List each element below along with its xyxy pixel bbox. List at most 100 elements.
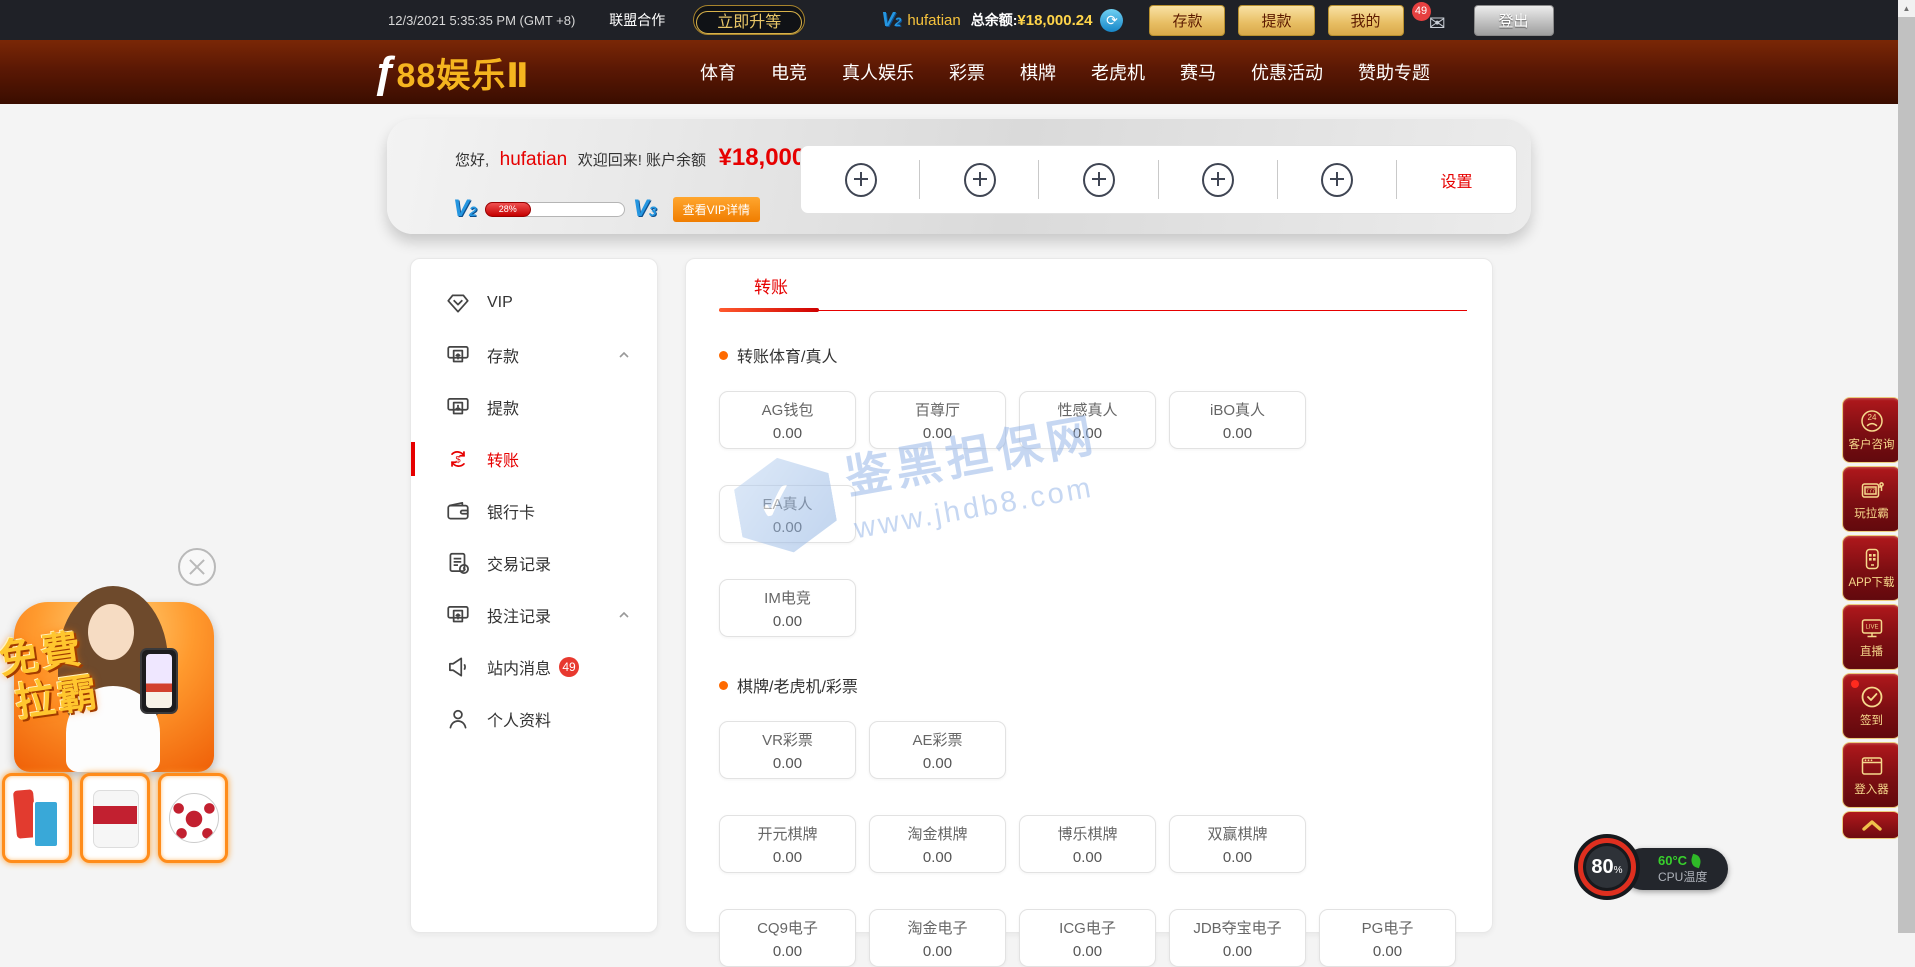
sign-in-button[interactable]: 签到 (1842, 673, 1901, 739)
add-shortcut-button[interactable] (801, 146, 920, 213)
upgrade-button[interactable]: 立即升等 (693, 5, 805, 35)
wallet-card[interactable]: AG钱包0.00 (719, 391, 856, 449)
vip-detail-button[interactable]: 查看VIP详情 (673, 197, 760, 222)
svg-text:LIVE: LIVE (1865, 625, 1878, 631)
withdraw-button[interactable]: 提款 (1238, 5, 1314, 36)
wallet-card[interactable]: 淘金电子0.00 (869, 909, 1006, 967)
wallet-balance: 0.00 (773, 613, 802, 630)
wallet-card[interactable]: 淘金棋牌0.00 (869, 815, 1006, 873)
balance-label: 总余额: (971, 10, 1018, 30)
prize-phone-thumb[interactable] (2, 773, 72, 863)
scrollbar-up-arrow[interactable]: ▲ (1898, 0, 1915, 17)
cpu-usage-gauge[interactable]: 80 % (1578, 838, 1636, 896)
wallet-card[interactable]: CQ9电子0.00 (719, 909, 856, 967)
vip-progress-fill: 28% (485, 202, 531, 217)
wallet-balance: 0.00 (923, 755, 952, 772)
wallet-name: JDB夺宝电子 (1193, 917, 1281, 938)
wallet-card[interactable]: 博乐棋牌0.00 (1019, 815, 1156, 873)
promo-prizes (2, 773, 228, 863)
nav-item-9[interactable]: 赞助专题 (1358, 59, 1430, 85)
section-title: 棋牌/老虎机/彩票 (719, 673, 1467, 697)
wallet-card[interactable]: 双赢棋牌0.00 (1169, 815, 1306, 873)
promo-banner[interactable]: 免費 拉霸 (0, 580, 235, 870)
floating-dock: 24 客户咨询 777 玩拉霸 APP下载 LIVE 直播 签到 登入器 (1842, 397, 1901, 839)
wallet-name: VR彩票 (762, 729, 813, 750)
wallet-name: EA真人 (762, 493, 812, 514)
prize-jersey-thumb[interactable] (80, 773, 150, 863)
mine-button[interactable]: 我的 (1328, 5, 1404, 36)
refresh-balance-icon[interactable]: ⟳ (1100, 9, 1123, 32)
live-stream-button[interactable]: LIVE 直播 (1842, 604, 1901, 670)
app-download-button[interactable]: APP下载 (1842, 535, 1901, 601)
sidebar-item-withdraw[interactable]: 提款 (411, 381, 657, 433)
add-shortcut-button[interactable] (920, 146, 1039, 213)
sidebar-item-profile[interactable]: 个人资料 (411, 693, 657, 745)
sidebar-item-bet-records[interactable]: 投注记录 (411, 589, 657, 641)
nav-item-1[interactable]: 体育 (700, 59, 736, 85)
vip-diamond-icon (445, 290, 471, 316)
app-download-icon (1859, 546, 1885, 572)
nav-item-3[interactable]: 真人娱乐 (842, 59, 914, 85)
wallet-card[interactable]: JDB夺宝电子 0.00 (1169, 909, 1306, 967)
add-shortcut-button[interactable] (1159, 146, 1278, 213)
nav-item-5[interactable]: 棋牌 (1020, 59, 1056, 85)
wallet-card[interactable]: AE彩票0.00 (869, 721, 1006, 779)
tab-transfer[interactable]: 转账 (732, 273, 810, 295)
withdraw-icon (445, 394, 471, 420)
vip-level-badge: V2 (881, 9, 901, 32)
add-shortcut-button[interactable] (1278, 146, 1397, 213)
wallet-card[interactable]: iBO真人0.00 (1169, 391, 1306, 449)
sidebar-item-messages[interactable]: 站内消息 49 (411, 641, 657, 693)
alliance-link[interactable]: 联盟合作 (609, 10, 665, 30)
wallet-card[interactable]: 开元棋牌0.00 (719, 815, 856, 873)
notification-dot (1851, 680, 1859, 688)
deposit-button[interactable]: 存款 (1149, 5, 1225, 36)
wallet-card[interactable]: 性感真人0.00 (1019, 391, 1156, 449)
vip-next-badge: V3 (633, 195, 657, 223)
sidebar-item-deposit[interactable]: 存款 (411, 329, 657, 381)
nav-item-6[interactable]: 老虎机 (1091, 59, 1145, 85)
prize-football-thumb[interactable] (158, 773, 228, 863)
add-shortcut-button[interactable] (1039, 146, 1158, 213)
slot-machine-button[interactable]: 777 玩拉霸 (1842, 466, 1901, 532)
site-logo[interactable]: ƒ88娱乐Ⅱ (372, 48, 530, 98)
nav-item-2[interactable]: 电竞 (771, 59, 807, 85)
tab-underline (719, 307, 1467, 311)
nav-item-4[interactable]: 彩票 (949, 59, 985, 85)
logout-button[interactable]: 登出 (1474, 5, 1554, 36)
plus-circle-icon (964, 163, 996, 197)
wallet-card[interactable]: EA真人0.00 (719, 485, 856, 543)
nav-item-7[interactable]: 赛马 (1180, 59, 1216, 85)
wallet-card[interactable]: VR彩票0.00 (719, 721, 856, 779)
sidebar-item-transfer[interactable]: $ 转账 (411, 433, 657, 485)
wallet-balance: 0.00 (923, 849, 952, 866)
wallet-card[interactable]: ICG电子0.00 (1019, 909, 1156, 967)
wallet-balance: 0.00 (923, 943, 952, 960)
wallet-card[interactable]: PG电子0.00 (1319, 909, 1456, 967)
wallet-name: iBO真人 (1210, 399, 1265, 420)
wallet-balance: 0.00 (1073, 425, 1102, 442)
launcher-button[interactable]: 登入器 (1842, 742, 1901, 808)
message-envelope[interactable]: ✉ 49 (1412, 4, 1448, 36)
sidebar-item-bank-card[interactable]: 银行卡 (411, 485, 657, 537)
svg-text:24: 24 (1867, 413, 1876, 422)
nav-item-8[interactable]: 优惠活动 (1251, 59, 1323, 85)
top-bar: 12/3/2021 5:35:35 PM (GMT +8) 联盟合作 立即升等 … (0, 0, 1915, 40)
check-circle-icon (1859, 684, 1885, 710)
chevron-up-icon (1861, 818, 1883, 832)
wallet-balance: 0.00 (1223, 943, 1252, 960)
scrollbar-thumb[interactable] (1898, 17, 1915, 933)
dock-collapse-button[interactable] (1842, 811, 1901, 839)
wallet-card-row: CQ9电子0.00淘金电子0.00ICG电子0.00 JDB夺宝电子 0.00 PG电… (719, 909, 1467, 967)
wallet-card[interactable]: 百尊厅0.00 (869, 391, 1006, 449)
shortcut-settings-button[interactable]: 设置 (1397, 146, 1516, 213)
customer-service-button[interactable]: 24 客户咨询 (1842, 397, 1901, 463)
orange-dot-icon (719, 351, 728, 360)
browser-window-icon (1859, 753, 1885, 779)
sidebar-item-vip[interactable]: VIP (411, 277, 657, 329)
page-scrollbar[interactable]: ▲ (1898, 0, 1915, 933)
wallet-card[interactable]: IM电竞0.00 (719, 579, 856, 637)
promo-close-icon[interactable] (178, 548, 216, 586)
sidebar-item-transaction-history[interactable]: 交易记录 (411, 537, 657, 589)
wallet-card-row: 开元棋牌0.00淘金棋牌0.00博乐棋牌0.00双赢棋牌0.00 (719, 815, 1467, 873)
